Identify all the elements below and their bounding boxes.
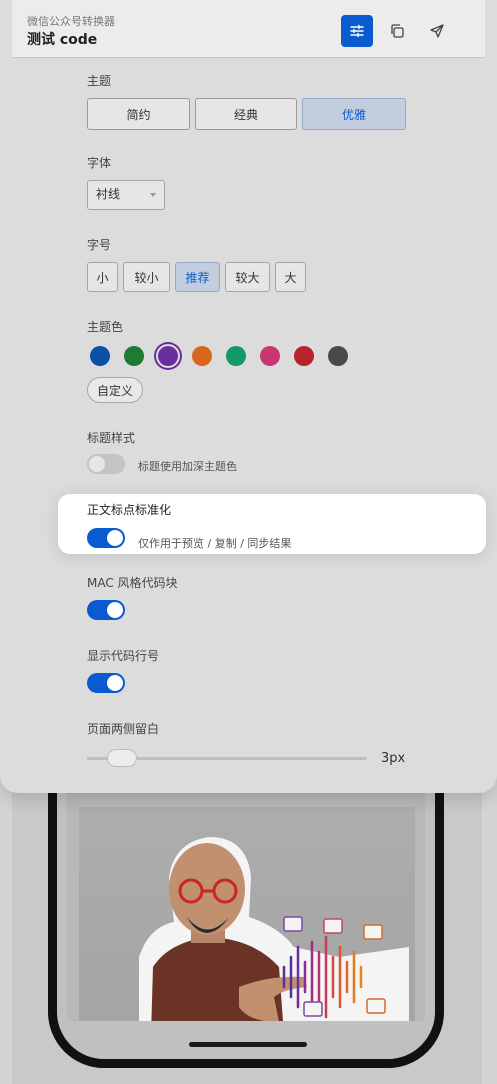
color-swatch[interactable] <box>294 346 314 366</box>
article-illustration <box>79 807 415 1021</box>
send-icon <box>430 24 444 38</box>
theme-option-classic[interactable]: 经典 <box>195 98 297 130</box>
theme-label: 主题 <box>87 74 112 88</box>
font-select-value: 衬线 <box>96 187 121 201</box>
home-indicator <box>189 1042 307 1047</box>
document-title: 测试 code <box>27 32 98 48</box>
heading-style-description: 标题使用加深主题色 <box>138 460 237 473</box>
mac-code-toggle[interactable] <box>87 600 125 620</box>
toggle-knob <box>89 456 105 472</box>
chevron-down-icon <box>150 193 156 197</box>
app-subtitle: 微信公众号转换器 <box>27 15 115 28</box>
color-swatch[interactable] <box>124 346 144 366</box>
font-select[interactable]: 衬线 <box>87 180 165 210</box>
punctuation-label: 正文标点标准化 <box>87 503 172 517</box>
font-size-larger[interactable]: 较大 <box>225 262 270 292</box>
heading-style-label: 标题样式 <box>87 431 136 445</box>
line-numbers-toggle[interactable] <box>87 673 125 693</box>
punctuation-description: 仅作用于预览 / 复制 / 同步结果 <box>138 537 292 550</box>
color-swatch[interactable] <box>158 346 178 366</box>
toggle-knob <box>107 530 123 546</box>
mac-code-label: MAC 风格代码块 <box>87 576 178 590</box>
font-size-smaller[interactable]: 较小 <box>123 262 170 292</box>
line-numbers-label: 显示代码行号 <box>87 649 160 663</box>
punctuation-toggle[interactable] <box>87 528 125 548</box>
custom-color-button[interactable]: 自定义 <box>87 377 143 403</box>
copy-button[interactable] <box>381 15 413 47</box>
toggle-knob <box>107 675 123 691</box>
color-swatch[interactable] <box>192 346 212 366</box>
publish-button[interactable] <box>421 15 453 47</box>
color-swatch[interactable] <box>90 346 110 366</box>
color-swatch[interactable] <box>226 346 246 366</box>
color-swatch[interactable] <box>328 346 348 366</box>
settings-toggle-button[interactable] <box>341 15 373 47</box>
font-size-small[interactable]: 小 <box>87 262 118 292</box>
copy-icon <box>391 24 404 38</box>
font-size-large[interactable]: 大 <box>275 262 306 292</box>
panel-header: 微信公众号转换器 测试 code <box>12 0 485 58</box>
page-margin-value: 3px <box>381 751 406 766</box>
settings-panel: 微信公众号转换器 测试 code 主题 简约 经典 优雅 字体 衬线 字号 小 … <box>0 0 497 793</box>
toggle-knob <box>107 602 123 618</box>
theme-color-label: 主题色 <box>87 320 124 334</box>
font-size-label: 字号 <box>87 238 112 252</box>
theme-option-elegant[interactable]: 优雅 <box>302 98 406 130</box>
illustration-avatar-sticker <box>139 837 409 1021</box>
page-margin-label: 页面两侧留白 <box>87 722 160 736</box>
font-size-recommended[interactable]: 推荐 <box>175 262 220 292</box>
color-swatch[interactable] <box>260 346 280 366</box>
font-label: 字体 <box>87 156 112 170</box>
sliders-icon <box>350 24 364 38</box>
page-margin-slider-thumb[interactable] <box>107 749 137 767</box>
theme-option-simple[interactable]: 简约 <box>87 98 190 130</box>
heading-style-toggle[interactable] <box>87 454 125 474</box>
